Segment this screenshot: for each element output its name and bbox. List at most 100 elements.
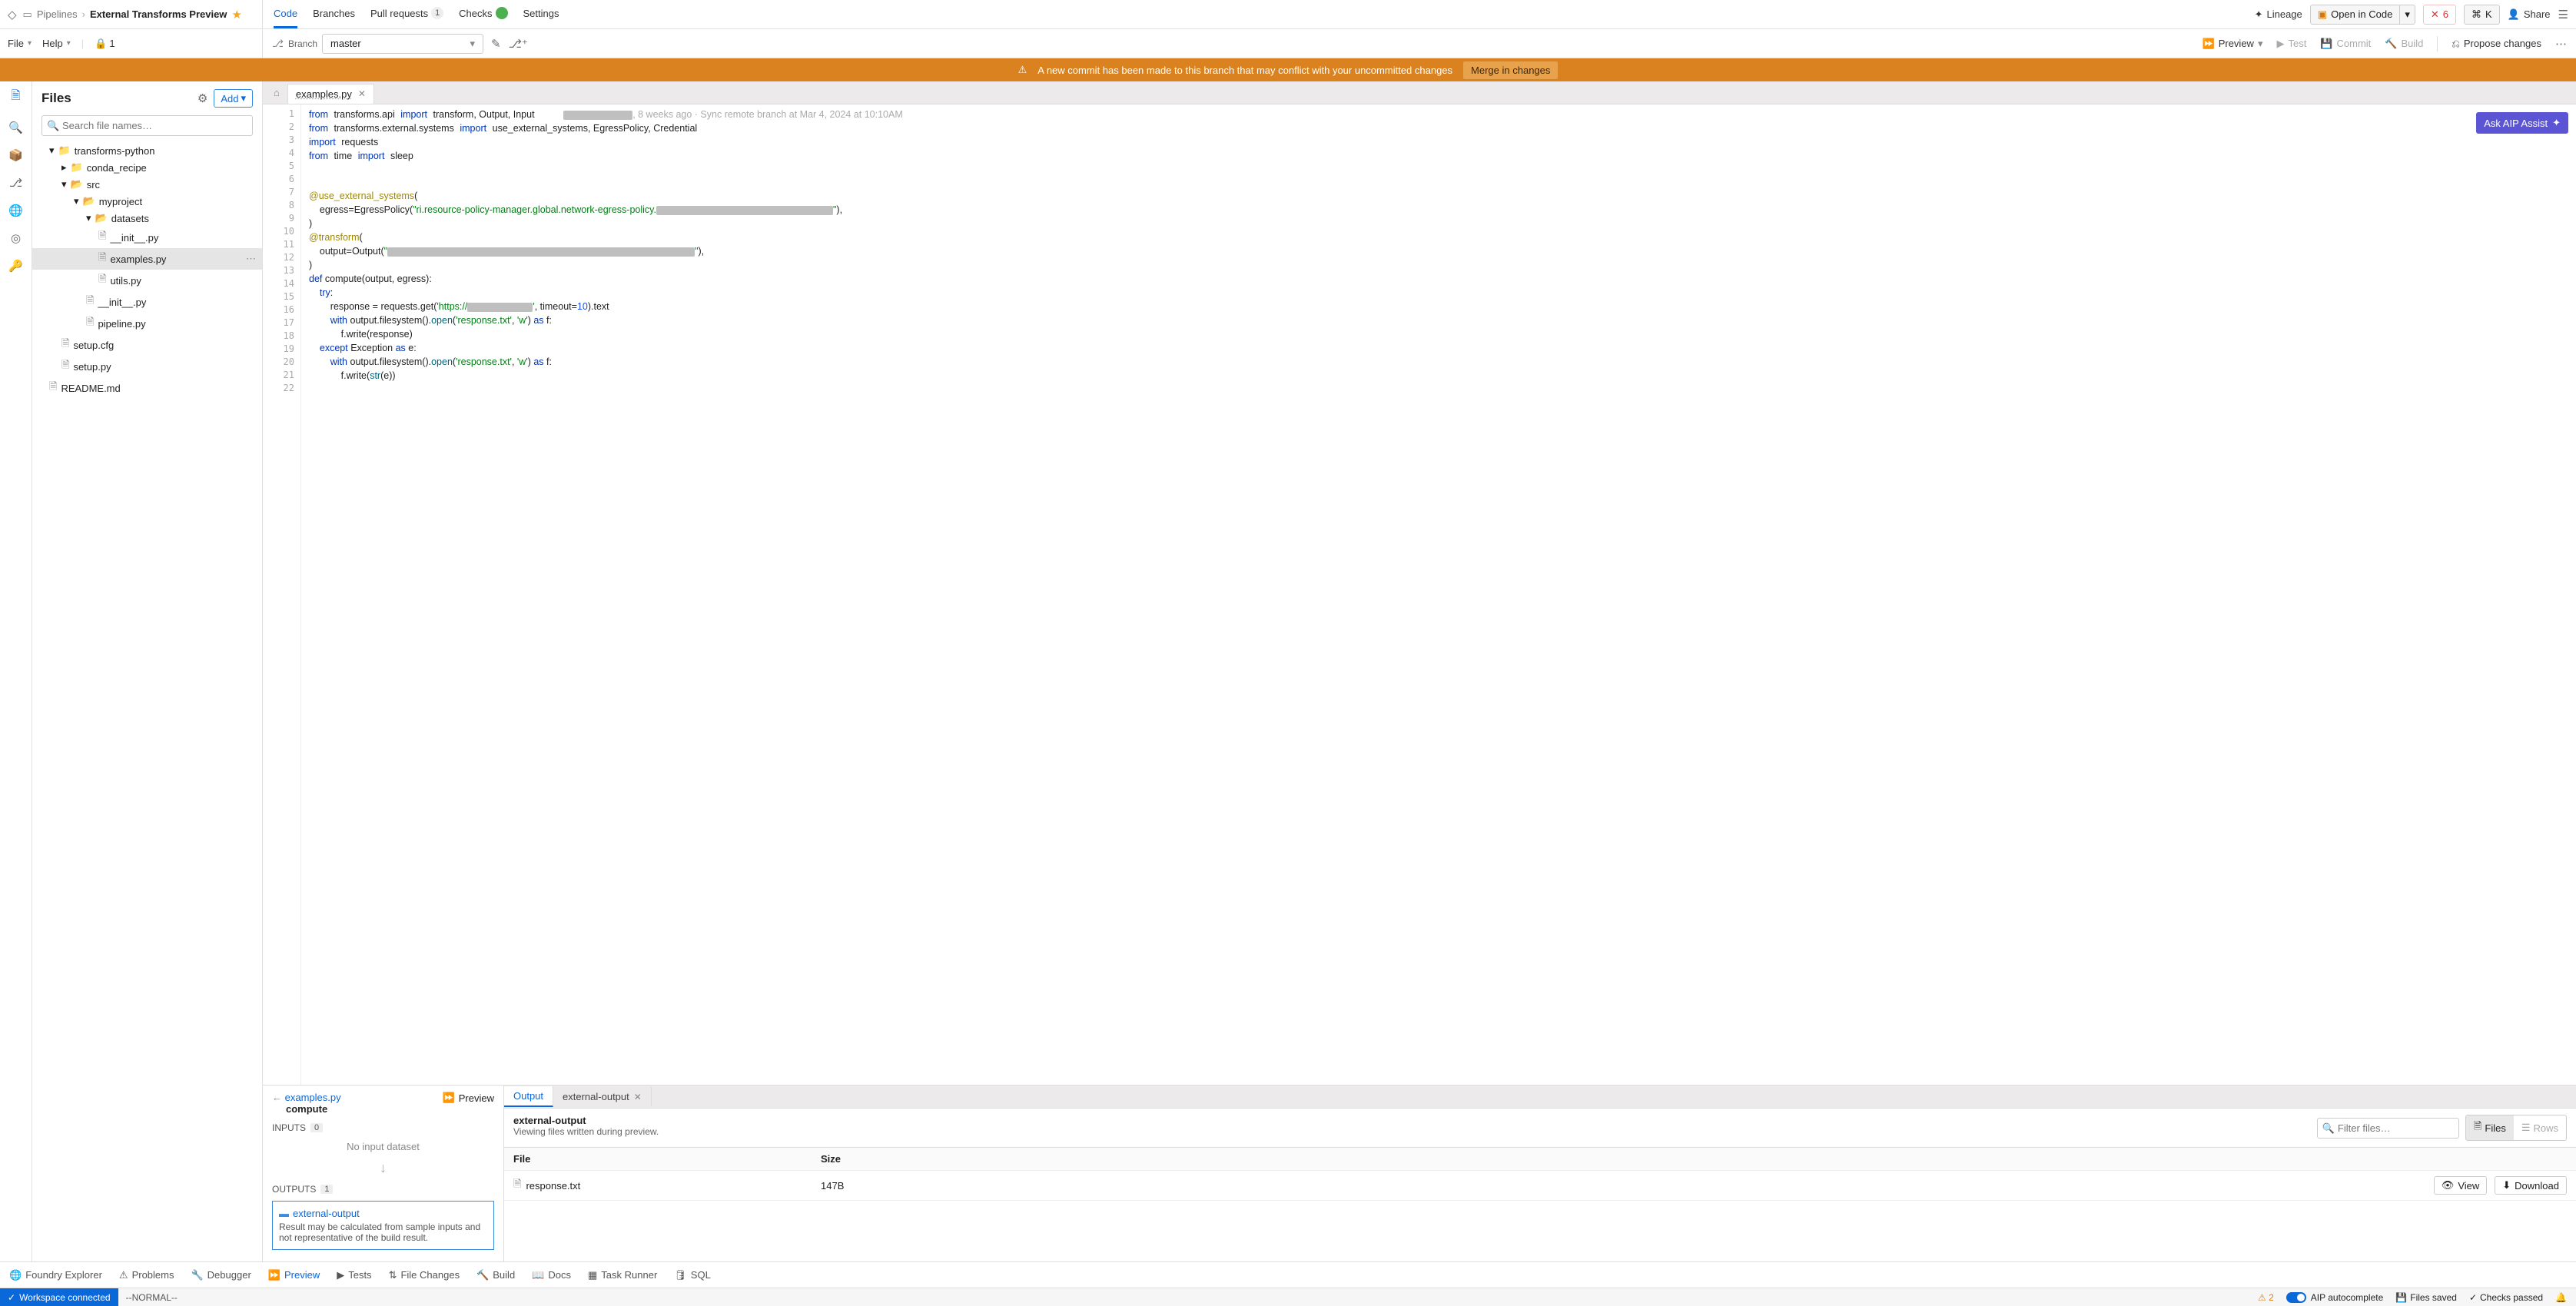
code-app-icon: ▣ [2318,8,2327,21]
bt-file-changes[interactable]: ⇅File Changes [389,1269,460,1281]
io-file-link[interactable]: examples.py [285,1092,341,1103]
tree-file[interactable]: 🗎__init__.py [32,291,262,313]
breadcrumb-parent[interactable]: Pipelines [37,8,78,20]
file-menu[interactable]: File [8,38,32,49]
propose-changes-button[interactable]: ⎌ Propose changes [2452,38,2541,50]
line-gutter: 12345678910111213141516171819202122 [263,104,301,1085]
close-icon[interactable]: ✕ [358,88,366,99]
tree-file[interactable]: 🗎setup.py [32,356,262,377]
open-in-code-dropdown[interactable]: ▾ [2399,5,2415,25]
keyboard-shortcut-button[interactable]: ⌘ K [2464,5,2500,25]
cmd-icon: ⌘ [2471,8,2481,21]
rail-package-icon[interactable]: 📦 [8,148,23,162]
bt-docs[interactable]: 📖Docs [532,1269,571,1281]
pull-count-badge: 1 [431,7,443,19]
share-button[interactable]: 👤 Share [2508,8,2551,21]
globe-icon: 🌐 [9,1269,22,1281]
errors-button[interactable]: ✕ 6 [2423,5,2456,25]
build-button[interactable]: 🔨 Build [2385,38,2423,50]
preview-label: Preview [2219,38,2254,49]
commit-button[interactable]: 💾 Commit [2320,38,2371,50]
ask-aip-button[interactable]: Ask AIP Assist ✦ [2476,112,2568,134]
bt-explorer[interactable]: 🌐Foundry Explorer [9,1269,102,1281]
download-button[interactable]: ⬇Download [2495,1176,2567,1195]
tree-folder[interactable]: ▾📁transforms-python [32,142,262,159]
close-icon[interactable]: ✕ [634,1092,642,1102]
bell-icon[interactable]: 🔔 [2555,1292,2567,1303]
help-menu[interactable]: Help [42,38,71,49]
files-saved: 💾Files saved [2395,1292,2457,1303]
new-branch-icon[interactable]: ⎇⁺ [509,37,528,51]
rail-git-icon[interactable]: ⎇ [9,176,22,190]
star-icon[interactable]: ★ [231,8,241,22]
more-icon[interactable]: ⋯ [2555,37,2567,51]
rail-key-icon[interactable]: 🔑 [8,259,23,273]
tree-file[interactable]: 🗎__init__.py [32,227,262,248]
rows-mode-button[interactable]: ☰Rows [2514,1115,2566,1140]
gear-icon[interactable]: ⚙ [198,91,207,105]
tab-pull-requests[interactable]: Pull requests 1 [370,0,443,28]
tree-folder[interactable]: ▾📂myproject [32,193,262,210]
locks-indicator[interactable]: 🔒 1 [95,38,115,50]
merge-changes-button[interactable]: Merge in changes [1463,61,1558,79]
file-icon: 🗎 [98,229,106,246]
tree-folder[interactable]: ▾📂src [32,176,262,193]
tab-code[interactable]: Code [274,0,297,28]
code-content[interactable]: from transforms.api import transform, Ou… [301,104,2576,1085]
rail-globe-icon[interactable]: 🌐 [8,204,23,217]
pipeline-icon: ▭ [23,8,32,21]
file-search-input[interactable] [41,115,253,136]
bt-task[interactable]: ▦Task Runner [588,1269,657,1281]
tree-file[interactable]: 🗎pipeline.py [32,313,262,334]
lineage-button[interactable]: ✦ Lineage [2255,8,2302,21]
results-tab-external[interactable]: external-output ✕ [553,1087,652,1106]
bt-tests[interactable]: ▶Tests [337,1269,371,1281]
file-icon: 🗎 [86,315,94,332]
more-icon[interactable]: ⋯ [246,253,256,265]
files-mode-button[interactable]: 🗎Files [2466,1115,2514,1140]
aip-toggle[interactable]: AIP autocomplete [2286,1292,2384,1303]
back-icon[interactable]: ← [272,1092,282,1103]
edit-icon[interactable]: ✎ [491,37,501,51]
bt-debugger[interactable]: 🔧Debugger [191,1269,251,1281]
results-tab-output[interactable]: Output [504,1086,553,1107]
preview-mini-button[interactable]: ⏩ Preview [443,1092,494,1104]
output-card[interactable]: ▬external-output Result may be calculate… [272,1201,494,1250]
test-button[interactable]: ▶ Test [2276,38,2306,50]
home-tab[interactable]: ⌂ [267,84,286,101]
add-button[interactable]: Add ▾ [214,89,253,108]
file-icon: 🗎 [49,380,57,396]
tab-settings[interactable]: Settings [523,0,559,28]
tree-folder[interactable]: ▾📂datasets [32,210,262,227]
tree-folder[interactable]: ▸📁conda_recipe [32,159,262,176]
editor-tab[interactable]: examples.py ✕ [287,84,374,104]
rail-search-icon[interactable]: 🔍 [8,121,23,134]
chevron-down-icon: ▾ [74,195,79,207]
checks-passed: ✓Checks passed [2469,1292,2543,1303]
rail-target-icon[interactable]: ◎ [11,231,21,245]
bt-preview[interactable]: ⏩Preview [268,1269,320,1281]
rail-files-icon[interactable]: 🗎 [11,88,20,107]
check-icon: ✓ [2469,1292,2477,1303]
lock-count: 1 [109,38,115,49]
tree-file[interactable]: 🗎README.md [32,377,262,399]
bt-problems[interactable]: ⚠Problems [119,1269,174,1281]
code-editor[interactable]: Ask AIP Assist ✦ 12345678910111213141516… [263,104,2576,1085]
tab-branches[interactable]: Branches [313,0,355,28]
bt-sql[interactable]: 🛢SQL [674,1269,711,1281]
branch-selector[interactable]: ⎇ Branch master ▾ [272,34,483,54]
tree-file[interactable]: 🗎setup.cfg [32,334,262,356]
open-in-code-button[interactable]: ▣ Open in Code [2310,5,2400,25]
row-filename: response.txt [526,1180,580,1192]
bt-build[interactable]: 🔨Build [476,1269,515,1281]
view-button[interactable]: 👁View [2434,1176,2487,1195]
tab-checks[interactable]: Checks [459,0,507,28]
workspace-status[interactable]: ✓ Workspace connected [0,1288,118,1306]
menu-icon[interactable]: ☰ [2558,8,2568,22]
tree-file-selected[interactable]: 🗎examples.py⋯ [32,248,262,270]
tree-file[interactable]: 🗎utils.py [32,270,262,291]
warnings-indicator[interactable]: ⚠ 2 [2258,1292,2274,1303]
preview-button[interactable]: ⏩ Preview ▾ [2203,38,2263,50]
filter-files-input[interactable] [2317,1118,2459,1139]
checks-dot [496,7,508,19]
